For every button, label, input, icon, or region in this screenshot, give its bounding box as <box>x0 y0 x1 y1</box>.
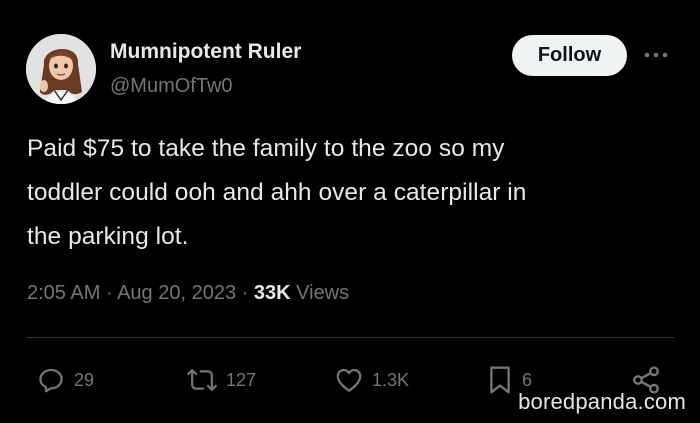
reply-count: 29 <box>74 369 95 390</box>
avatar-image <box>26 34 96 104</box>
bookmark-count: 6 <box>522 369 533 390</box>
retweet-button[interactable]: 127 <box>186 362 256 398</box>
follow-button[interactable]: Follow <box>512 35 627 76</box>
meta-separator: · <box>105 282 113 304</box>
retweet-count: 127 <box>226 369 257 390</box>
reply-button[interactable]: 29 <box>36 362 94 398</box>
tweet-text: Paid $75 to take the family to the zoo s… <box>27 135 527 250</box>
avatar[interactable] <box>26 34 96 104</box>
user-handle[interactable]: @MumOfTw0 <box>110 72 301 100</box>
heart-icon <box>336 368 362 392</box>
watermark: boredpanda.com <box>518 389 686 414</box>
tweet-time[interactable]: 2:05 AM <box>27 282 100 304</box>
like-count: 1.3K <box>372 369 410 390</box>
user-block: Mumnipotent Ruler @MumOfTw0 <box>110 38 301 100</box>
divider <box>26 337 674 338</box>
bookmark-icon <box>490 366 510 394</box>
tweet-date[interactable]: Aug 20, 2023 <box>117 282 236 304</box>
more-button[interactable] <box>640 40 672 70</box>
views-label: Views <box>296 282 350 304</box>
like-button[interactable]: 1.3K <box>334 362 409 398</box>
views-count: 33K <box>253 282 291 304</box>
tweet-meta: 2:05 AM · Aug 20, 2023 · 33K Views <box>27 279 349 307</box>
display-name[interactable]: Mumnipotent Ruler <box>110 38 301 66</box>
retweet-icon <box>187 369 217 391</box>
more-dots-icon <box>644 52 668 58</box>
tweet-card: Mumnipotent Ruler @MumOfTw0 Follow Paid … <box>0 0 700 423</box>
reply-icon <box>39 368 63 393</box>
meta-separator: · <box>241 282 249 304</box>
